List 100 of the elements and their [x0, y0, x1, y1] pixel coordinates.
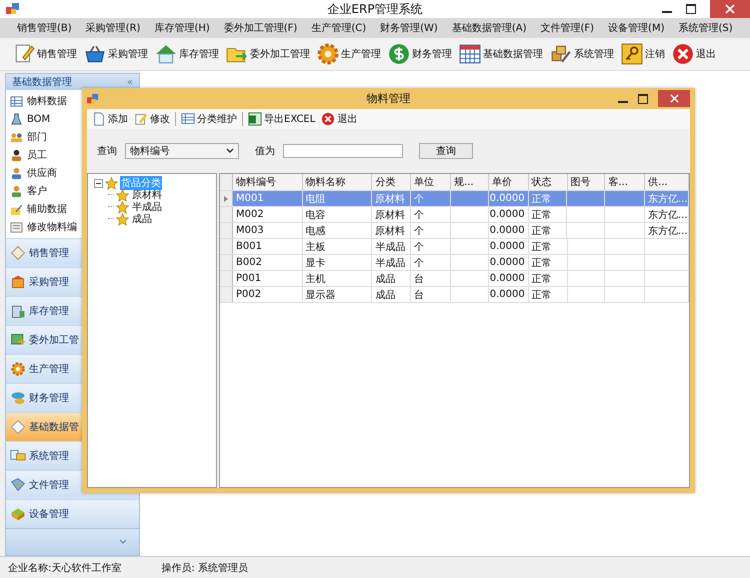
menu-item[interactable]: 系统管理(S) — [671, 21, 740, 35]
menu-item[interactable]: 采购管理(R) — [78, 21, 148, 35]
collapse-toggle-icon[interactable] — [94, 178, 103, 188]
table-row[interactable]: P001 主机 成品 台 0.0000 正常 — [220, 271, 689, 287]
table-row[interactable]: M002 电容 原材料 个 0.0000 正常 东方亿... — [220, 207, 689, 223]
query-button[interactable]: 查询 — [419, 143, 473, 159]
row-header[interactable] — [220, 255, 233, 270]
toolbar-button[interactable]: 生产管理 — [314, 43, 384, 65]
sidebar-item[interactable]: 物料数据 — [6, 92, 82, 110]
maximize-icon[interactable] — [686, 4, 696, 14]
sidebar-item[interactable]: 员工 — [6, 146, 82, 164]
close-button[interactable] — [710, 0, 750, 18]
sidebar-item[interactable]: 客户 — [6, 182, 82, 200]
toolbar-button[interactable]: 基础数据管理 — [456, 43, 546, 65]
row-pointer-icon — [224, 196, 228, 202]
maximize-icon[interactable] — [638, 94, 648, 104]
toolbar-button[interactable]: 注销 — [618, 43, 668, 65]
toolbar-button[interactable]: 修改 — [133, 112, 171, 126]
table-row[interactable]: P002 显示器 成品 台 0.0000 正常 — [220, 287, 689, 303]
menu-item[interactable]: 销售管理(B) — [10, 21, 79, 35]
toolbar-button[interactable]: 分类维护 — [180, 112, 238, 126]
column-header[interactable]: 单价 — [488, 174, 529, 190]
basket-icon — [84, 43, 106, 65]
menu-item[interactable]: 库存管理(H) — [147, 21, 217, 35]
toolbar-button[interactable]: 委外加工管理 — [223, 43, 313, 65]
menu-item[interactable]: 文件管理(F) — [533, 21, 602, 35]
menu-item[interactable]: 财务管理(W) — [373, 21, 445, 35]
tree-node[interactable]: 原材料 — [131, 188, 163, 202]
table-cell-text: 电容 — [306, 208, 326, 222]
table-cell-text: 个 — [414, 240, 424, 254]
toolbar-button[interactable]: 财务管理 — [385, 43, 455, 65]
toolbar-button[interactable]: 采购管理 — [81, 43, 151, 65]
menu-item[interactable]: 基础数据管理(A) — [444, 21, 534, 35]
column-header[interactable]: 供... — [645, 174, 689, 190]
sidebar-item[interactable]: 辅助数据 — [6, 200, 82, 218]
sidebar-item[interactable]: 供应商 — [6, 164, 82, 182]
table-cell: 0.0000 — [490, 257, 525, 268]
row-header[interactable] — [220, 239, 233, 254]
table-cell-text: 正常 — [532, 272, 552, 286]
device-icon — [10, 506, 26, 522]
table-cell-text: 正常 — [532, 192, 552, 206]
sidebar-item[interactable]: 部门 — [6, 128, 82, 146]
column-header[interactable]: 分类 — [372, 174, 412, 190]
row-header[interactable] — [220, 287, 233, 302]
menu-item[interactable]: 设备管理(M) — [601, 21, 672, 35]
column-header[interactable]: 单位 — [411, 174, 451, 190]
sidebar-item[interactable]: 修改物料编 — [6, 218, 82, 236]
value-input-field[interactable] — [283, 144, 403, 158]
column-header[interactable]: 规... — [451, 174, 489, 190]
column-header[interactable]: 物料名称 — [302, 174, 372, 190]
column-header[interactable]: 客... — [605, 174, 646, 190]
table-cell-text: 主板 — [306, 240, 326, 254]
table-cell-text: 个 — [414, 208, 424, 222]
table-cell-text: 原材料 — [375, 192, 406, 206]
tree-node[interactable]: 半成品 — [131, 200, 163, 214]
table-cell: M003 — [236, 225, 264, 236]
pencil-icon — [13, 43, 35, 65]
coins-icon — [10, 390, 26, 406]
table-cell: P002 — [236, 289, 262, 300]
menu-item[interactable]: 生产管理(C) — [304, 21, 374, 35]
toolbar-button[interactable]: 库存管理 — [152, 43, 222, 65]
star-icon — [116, 200, 129, 214]
table-row[interactable]: B001 主板 半成品 个 0.0000 正常 — [220, 239, 689, 255]
toolbar-button[interactable]: 销售管理 — [10, 43, 80, 65]
table-cell: B001 — [236, 241, 262, 252]
field-dropdown[interactable]: 物料编号 — [125, 143, 239, 159]
gear-icon — [317, 43, 339, 65]
table-cell: M002 — [236, 209, 264, 220]
table-cell-text: 个 — [414, 192, 424, 206]
toolbar-button[interactable]: 系统管理 — [547, 43, 617, 65]
star-icon — [116, 188, 129, 202]
table-row[interactable]: M003 电感 原材料 个 0.0000 正常 东方亿... — [220, 223, 689, 239]
chevron-down-icon[interactable] — [119, 539, 127, 545]
table-cell-text: 正常 — [532, 256, 552, 270]
toolbar-button[interactable]: 退出 — [669, 43, 719, 65]
row-header[interactable] — [220, 271, 233, 286]
close-button[interactable] — [658, 90, 690, 107]
table-cell-text: 半成品 — [375, 240, 406, 254]
column-header[interactable]: 物料编号 — [233, 174, 303, 190]
pencil-icon — [134, 112, 148, 126]
person-icon — [10, 166, 23, 180]
house-icon — [155, 43, 177, 65]
nav-button[interactable]: 设备管理 — [6, 499, 139, 528]
row-header[interactable] — [220, 191, 233, 206]
table-cell: B002 — [236, 257, 262, 268]
menu-item[interactable]: 委外加工管理(F) — [216, 21, 304, 35]
row-header[interactable] — [220, 223, 233, 238]
column-header[interactable]: 图号 — [568, 174, 606, 190]
panel-header: 基础数据管理 « — [6, 74, 139, 90]
toolbar-button[interactable]: 添加 — [91, 112, 129, 126]
table-cell-text: 东方亿... — [648, 192, 688, 206]
column-header[interactable]: 状态 — [528, 174, 568, 190]
toolbar-button[interactable]: 退出 — [320, 112, 358, 126]
tree-node[interactable]: 成品 — [131, 212, 153, 226]
row-header[interactable] — [220, 207, 233, 222]
sidebar-item[interactable]: BOM — [6, 110, 82, 128]
table-row[interactable]: B002 显卡 半成品 个 0.0000 正常 — [220, 255, 689, 271]
toolbar-button[interactable]: 导出EXCEL — [247, 112, 316, 126]
key-icon — [621, 43, 643, 65]
app-icon — [6, 2, 20, 16]
